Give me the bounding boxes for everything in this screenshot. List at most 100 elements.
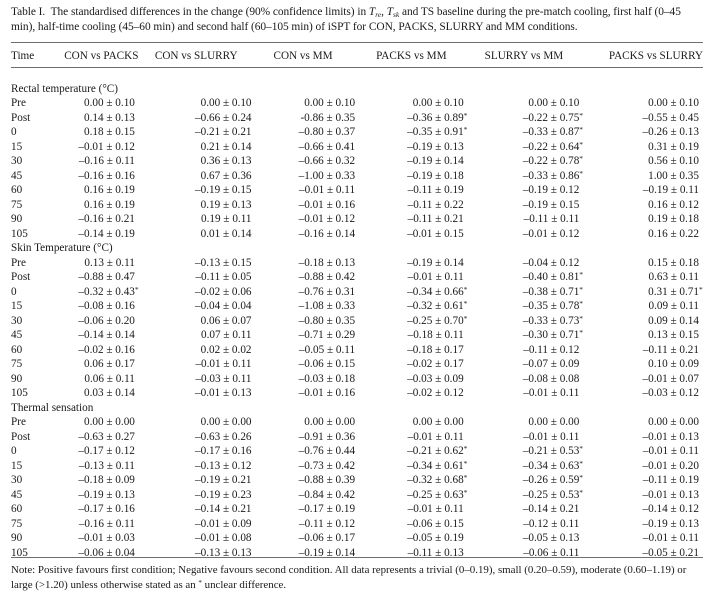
effect-value: –0.19 ± 0.13: [78, 488, 135, 501]
effect-value: –0.01 ± 0.13: [195, 387, 252, 399]
effect-value: 0.02 ± 0.02: [200, 343, 252, 356]
value-cell-con-vs-packs: 0.16 ± 0.19: [53, 183, 139, 198]
effect-value: –0.18 ± 0.09: [78, 474, 135, 486]
effect-value: –0.01 ± 0.11: [642, 445, 699, 457]
effect-value: 0.00 ± 0.10: [528, 97, 580, 109]
header-row: Time CON vs PACKS CON vs SLURRY CON vs M…: [11, 44, 703, 67]
value-cell-con-vs-mm: –0.05 ± 0.11: [256, 343, 360, 358]
value-cell-packs-vs-slurry: 1.00 ± 0.35: [583, 169, 703, 184]
top-rule: [11, 42, 703, 43]
effect-value: –0.16 ± 0.11: [78, 155, 135, 167]
value-cell-slurry-vs-mm: –0.38 ± 0.71*: [522, 284, 584, 298]
effect-value: –0.19 ± 0.21: [195, 474, 252, 486]
effect-value: –0.22 ± 0.78: [522, 155, 580, 167]
effect-value: –0.06 ± 0.04: [78, 546, 135, 559]
table-row: 90 –0.16 ± 0.21 0.19 ± 0.11 –0.01 ± 0.12 –0.…: [11, 212, 703, 227]
var-rectal: Tre: [368, 6, 382, 19]
effect-value: –0.07 ± 0.09: [522, 358, 580, 370]
effect-value: –0.19 ± 0.14: [407, 155, 464, 167]
effect-value: –0.88 ± 0.39: [298, 474, 356, 486]
value-cell-con-vs-slurry: –0.66 ± 0.24: [139, 111, 256, 126]
effect-value: –0.01 ± 0.09: [195, 517, 252, 530]
time-cell: Post: [11, 430, 31, 443]
effect-value: –0.22 ± 0.75: [522, 111, 580, 124]
effect-value: –0.05 ± 0.21: [642, 546, 699, 559]
effect-value: 0.07 ± 0.11: [201, 329, 252, 341]
value-cell-packs-vs-mm: –0.01 ± 0.11: [359, 502, 468, 517]
time-cell: 105: [11, 546, 28, 559]
value-cell-con-vs-mm: –0.88 ± 0.42: [256, 270, 360, 285]
value-cell-con-vs-slurry: 0.67 ± 0.36: [139, 169, 256, 184]
table-row: 0 –0.17 ± 0.12 –0.17 ± 0.16 –0.76 ± 0.44 –0.…: [11, 444, 703, 459]
section-title: Thermal sensation: [11, 401, 94, 414]
effect-value: –0.12 ± 0.11: [523, 517, 580, 530]
effect-value: 0.06 ± 0.17: [84, 358, 135, 370]
value-cell-con-vs-packs: –0.17 ± 0.16: [53, 502, 139, 517]
effect-value: –0.21 ± 0.53: [522, 445, 580, 457]
value-cell-slurry-vs-mm: –0.19 ± 0.15: [468, 198, 584, 213]
effect-value: –0.14 ± 0.21: [195, 503, 252, 515]
value-cell-con-vs-slurry: –0.19 ± 0.21: [139, 473, 256, 488]
effect-value: 0.16 ± 0.12: [648, 198, 699, 211]
effect-value: -0.86 ± 0.35: [300, 111, 356, 124]
effect-value: 1.00 ± 0.35: [648, 169, 699, 182]
effect-value: –0.13 ± 0.13: [195, 546, 252, 559]
effect-value: –0.11 ± 0.19: [407, 184, 464, 196]
effect-value: –0.30 ± 0.71: [522, 329, 580, 341]
var-skin: Tsk: [386, 6, 400, 19]
value-cell-packs-vs-slurry: –0.01 ± 0.13: [583, 488, 703, 503]
effect-value: 0.19 ± 0.13: [200, 198, 252, 211]
time-cell: 105: [11, 387, 28, 399]
table-row: 45 –0.19 ± 0.13 –0.19 ± 0.23 –0.84 ± 0.42 –0…: [11, 488, 703, 503]
effect-value: –0.02 ± 0.06: [195, 285, 252, 298]
effect-value: –0.03 ± 0.18: [298, 372, 356, 385]
note-marker: *: [198, 579, 202, 587]
value-cell-con-vs-slurry: –0.63 ± 0.26: [139, 430, 256, 445]
time-cell: 45: [11, 488, 23, 501]
section-header-row: Rectal temperature (°C): [11, 82, 703, 97]
value-cell-con-vs-mm: –0.01 ± 0.16: [256, 386, 360, 401]
effect-value: 0.09 ± 0.14: [648, 314, 699, 327]
value-cell-packs-vs-slurry: –0.26 ± 0.13: [583, 125, 703, 140]
value-cell-con-vs-mm: –0.16 ± 0.14: [256, 227, 360, 242]
value-cell-con-vs-packs: –0.08 ± 0.16: [53, 299, 139, 314]
value-cell-con-vs-slurry: 0.21 ± 0.14: [139, 140, 256, 155]
value-cell-con-vs-packs: 0.03 ± 0.14: [53, 386, 139, 401]
effect-value: 0.00 ± 0.10: [84, 97, 135, 109]
table-row: 0 0.18 ± 0.15 –0.21 ± 0.21 –0.80 ± 0.37 –0.3…: [11, 125, 703, 140]
header-packs-vs-mm: PACKS vs MM: [376, 49, 447, 62]
effect-value: –0.14 ± 0.14: [78, 329, 135, 341]
table-row: 75 0.06 ± 0.17 –0.01 ± 0.11 –0.06 ± 0.15 –0.…: [11, 357, 703, 372]
value-cell-con-vs-packs: –0.14 ± 0.19: [53, 227, 139, 242]
value-cell-packs-vs-slurry: 0.15 ± 0.18: [583, 256, 703, 271]
effect-value: –0.19 ± 0.14: [298, 546, 356, 559]
value-cell-slurry-vs-mm: –0.01 ± 0.11: [468, 430, 584, 445]
value-cell-con-vs-mm: –0.66 ± 0.32: [256, 154, 360, 169]
value-cell-packs-vs-slurry: –0.14 ± 0.12: [583, 502, 703, 517]
effect-value: –0.05 ± 0.19: [407, 532, 464, 544]
effect-value: –0.01 ± 0.12: [298, 213, 356, 225]
effect-value: –0.63 ± 0.26: [195, 430, 252, 443]
effect-value: –0.19 ± 0.23: [195, 488, 252, 501]
table-row: 45 –0.14 ± 0.14 0.07 ± 0.11 –0.71 ± 0.29 –0.…: [11, 328, 703, 343]
effect-value: –0.01 ± 0.11: [642, 532, 699, 544]
table-row: Post –0.63 ± 0.27 –0.63 ± 0.26 –0.91 ± 0.36…: [11, 430, 703, 445]
time-cell: Post: [11, 271, 31, 283]
effect-value: –0.06 ± 0.15: [407, 517, 464, 530]
value-cell-slurry-vs-mm: –0.19 ± 0.12: [468, 183, 584, 198]
value-cell-con-vs-mm: –0.06 ± 0.15: [256, 357, 360, 372]
value-cell-con-vs-slurry: 0.19 ± 0.11: [139, 212, 256, 227]
value-cell-packs-vs-mm: 0.00 ± 0.00: [359, 415, 468, 430]
effect-value: –0.01 ± 0.11: [523, 387, 580, 399]
value-cell-con-vs-packs: –0.16 ± 0.11: [53, 154, 139, 169]
value-cell-con-vs-mm: -0.86 ± 0.35: [256, 111, 360, 126]
value-cell-slurry-vs-mm: –0.26 ± 0.59*: [522, 473, 584, 486]
effect-value: –0.01 ± 0.13: [642, 488, 699, 501]
effect-value: –0.06 ± 0.15: [298, 358, 356, 370]
effect-value: 0.36 ± 0.13: [200, 155, 252, 167]
value-cell-packs-vs-mm: –0.32 ± 0.68*: [407, 473, 468, 486]
value-cell-packs-vs-mm: –0.01 ± 0.11: [359, 430, 468, 445]
value-cell-con-vs-packs: –0.18 ± 0.09: [53, 473, 139, 488]
value-cell-con-vs-packs: 0.13 ± 0.11: [53, 256, 139, 271]
effect-value: –0.32 ± 0.68: [407, 474, 464, 486]
